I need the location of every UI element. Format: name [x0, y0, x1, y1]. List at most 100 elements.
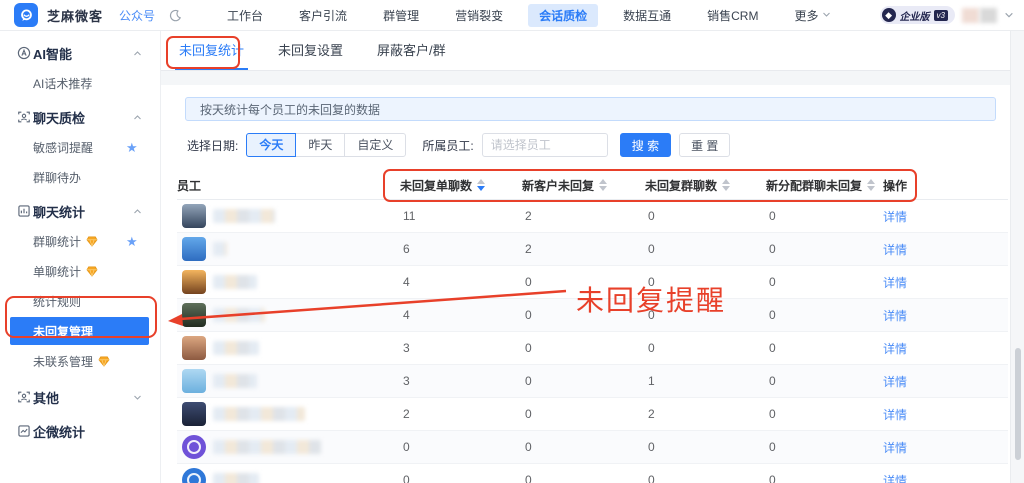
- date-option-button[interactable]: 今天: [246, 133, 296, 157]
- metric-value: 0: [400, 473, 522, 483]
- nav-item[interactable]: 销售CRM: [696, 4, 769, 27]
- employee-cell: [177, 336, 400, 360]
- plan-badge[interactable]: ◆ 企业版 v3: [880, 6, 955, 24]
- column-header[interactable]: 未回复单聊数: [400, 177, 522, 194]
- sidebar-section-5[interactable]: 聊天统计: [0, 196, 160, 226]
- plan-badge-icon: ◆: [882, 8, 896, 22]
- sort-caret-icon[interactable]: [477, 179, 485, 191]
- metric-value: 0: [522, 407, 645, 421]
- premium-gem-icon: [86, 266, 98, 277]
- tab-2[interactable]: 屏蔽客户/群: [373, 40, 450, 70]
- sidebar: AI智能 AI话术推荐聊天质检敏感词提醒★ 群聊待办聊天统计群聊统计★单聊统计统计规…: [0, 30, 161, 483]
- employee-name-redacted: [213, 242, 227, 256]
- metric-value: 3: [400, 341, 522, 355]
- nav-item[interactable]: 客户引流: [288, 4, 358, 27]
- main-panel: 未回复统计未回复设置屏蔽客户/群 按天统计每个员工的未回复的数据 选择日期: 今…: [160, 30, 1024, 483]
- nav-item-label: 工作台: [227, 7, 263, 24]
- detail-link[interactable]: 详情: [883, 208, 907, 225]
- employee-avatar: [182, 435, 206, 459]
- sidebar-item-label: 未联系管理: [33, 353, 93, 370]
- action-cell: 详情: [883, 406, 1008, 423]
- metric-value: 0: [766, 440, 883, 454]
- sidebar-item-7[interactable]: 单聊统计: [0, 256, 160, 286]
- employee-cell: [177, 204, 400, 228]
- table-row: 0000详情: [177, 464, 1008, 483]
- scrollbar-track[interactable]: [1010, 30, 1024, 483]
- metric-value: 2: [522, 242, 645, 256]
- metric-value: 0: [522, 275, 645, 289]
- employee-avatar: [182, 468, 206, 483]
- detail-link[interactable]: 详情: [883, 340, 907, 357]
- employee-cell: [177, 435, 400, 459]
- nav-item[interactable]: 更多: [783, 4, 842, 27]
- sidebar-item-3[interactable]: 敏感词提醒★: [0, 132, 160, 162]
- dark-mode-moon-icon[interactable]: [169, 9, 182, 22]
- metric-value: 0: [522, 374, 645, 388]
- detail-link[interactable]: 详情: [883, 241, 907, 258]
- reset-button[interactable]: 重 置: [679, 133, 730, 157]
- chevron-down-icon: [133, 393, 142, 402]
- detail-link[interactable]: 详情: [883, 373, 907, 390]
- tab-1[interactable]: 未回复设置: [274, 40, 347, 70]
- detail-link[interactable]: 详情: [883, 274, 907, 291]
- column-header[interactable]: 新分配群聊未回复: [766, 177, 883, 194]
- metric-value: 2: [522, 209, 645, 223]
- sidebar-item-6[interactable]: 群聊统计★: [0, 226, 160, 256]
- table-row: 4000详情: [177, 266, 1008, 299]
- nav-item[interactable]: 会话质检: [528, 4, 598, 27]
- column-header-label: 未回复群聊数: [645, 177, 717, 194]
- date-option-button[interactable]: 昨天: [295, 133, 345, 157]
- sidebar-item-9[interactable]: 未回复管理: [0, 316, 160, 346]
- metric-value: 0: [522, 440, 645, 454]
- sidebar-item-4[interactable]: 群聊待办: [0, 162, 160, 192]
- brand-tag: 公众号: [119, 7, 155, 24]
- user-name-redacted[interactable]: [962, 8, 997, 23]
- column-header[interactable]: 新客户未回复: [522, 177, 645, 194]
- date-segment-group: 今天昨天自定义: [246, 133, 406, 157]
- nav-item[interactable]: 营销裂变: [444, 4, 514, 27]
- employee-select-input[interactable]: [482, 133, 608, 157]
- sort-caret-icon[interactable]: [599, 179, 607, 191]
- other-icon: [17, 390, 31, 404]
- table-row: 3000详情: [177, 332, 1008, 365]
- sidebar-section-2[interactable]: 聊天质检: [0, 102, 160, 132]
- date-option-button[interactable]: 自定义: [344, 133, 406, 157]
- detail-link[interactable]: 详情: [883, 307, 907, 324]
- sidebar-item-label: 其他: [33, 388, 59, 407]
- search-button[interactable]: 搜 索: [620, 133, 671, 157]
- sidebar-item-label: 群聊待办: [33, 169, 81, 186]
- nav-item[interactable]: 工作台: [216, 4, 274, 27]
- employee-filter-label: 所属员工:: [422, 137, 473, 154]
- favorite-star-icon[interactable]: ★: [126, 235, 138, 248]
- sidebar-item-1[interactable]: AI话术推荐: [0, 68, 160, 98]
- nav-item-label: 群管理: [383, 7, 419, 24]
- detail-link[interactable]: 详情: [883, 472, 907, 483]
- chevron-up-icon: [133, 113, 142, 122]
- detail-link[interactable]: 详情: [883, 406, 907, 423]
- user-menu-chevron-down-icon[interactable]: [1004, 10, 1014, 20]
- tabstrip: 未回复统计未回复设置屏蔽客户/群: [160, 30, 1024, 71]
- topbar-nav: 工作台 客户引流 群管理 营销裂变会话质检数据互通销售CRM 更多: [216, 4, 842, 27]
- action-cell: 详情: [883, 208, 1008, 225]
- sidebar-section-0[interactable]: AI智能: [0, 38, 160, 68]
- metric-value: 0: [645, 275, 766, 289]
- sort-caret-icon[interactable]: [722, 179, 730, 191]
- column-header[interactable]: 未回复群聊数: [645, 177, 766, 194]
- sidebar-item-8[interactable]: 统计规则: [0, 286, 160, 316]
- tab-0[interactable]: 未回复统计: [175, 40, 248, 70]
- favorite-star-icon[interactable]: ★: [126, 141, 138, 154]
- metric-value: 0: [766, 374, 883, 388]
- employee-name-redacted: [213, 374, 257, 388]
- sort-caret-icon[interactable]: [867, 179, 875, 191]
- employee-avatar: [182, 237, 206, 261]
- sidebar-item-label: AI话术推荐: [33, 75, 92, 92]
- sidebar-section-11[interactable]: 其他: [0, 382, 160, 412]
- scrollbar-thumb[interactable]: [1015, 348, 1021, 460]
- nav-item[interactable]: 数据互通: [612, 4, 682, 27]
- sidebar-section-12[interactable]: 企微统计: [0, 416, 160, 446]
- detail-link[interactable]: 详情: [883, 439, 907, 456]
- nav-item[interactable]: 群管理: [372, 4, 430, 27]
- action-cell: 详情: [883, 340, 1008, 357]
- table-row: 11200详情: [177, 200, 1008, 233]
- sidebar-item-10[interactable]: 未联系管理: [0, 346, 160, 376]
